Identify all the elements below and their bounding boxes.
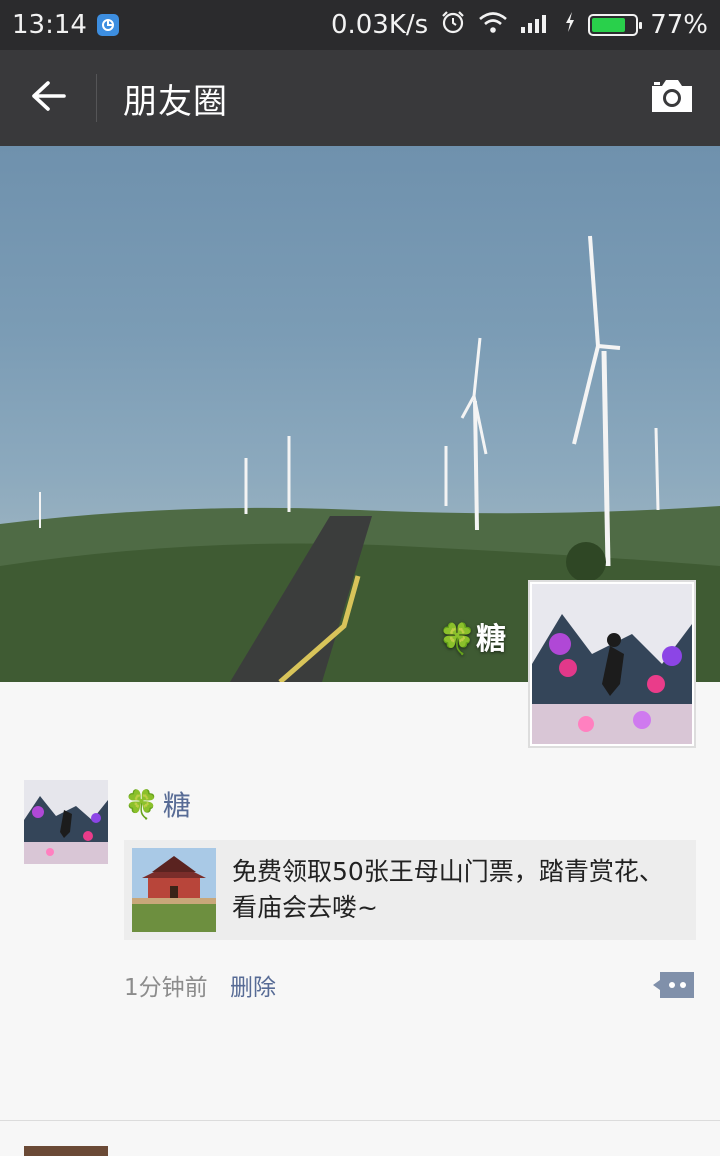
battery-icon [588,14,643,36]
author-clover-emoji: 🍀 [124,787,159,821]
battery-percent: 77% [650,10,708,40]
app-notification-icon [96,14,119,36]
delete-button[interactable]: 删除 [230,968,276,1002]
page-title: 朋友圈 [123,81,228,122]
post-timestamp: 1分钟前 [124,975,208,1001]
avatar-image [532,584,692,744]
battery-level [592,18,625,32]
post-author-avatar[interactable] [24,780,108,864]
next-post-avatar[interactable] [24,1146,108,1156]
alarm-icon [440,9,466,42]
camera-icon [648,77,696,119]
post-author-text: 糖 [162,789,191,822]
camera-button[interactable] [624,50,720,146]
status-time: 13:14 [12,10,87,40]
comment-button[interactable] [652,970,696,1000]
moment-post: 🍀 糖 免费领取50张王母山门票，踏青赏花、看庙会去喽~ 1分钟前 删除 [0,780,720,1156]
charging-icon [564,10,576,40]
back-arrow-icon [30,80,66,116]
shared-link-text: 免费领取50张王母山门票，踏青赏花、看庙会去喽~ [232,857,664,922]
status-bar: 13:14 0.03K/s 77% [0,0,720,50]
shared-link-card[interactable]: 免费领取50张王母山门票，踏青赏花、看庙会去喽~ [124,840,696,940]
cover-user-name-text: 糖 [476,622,506,657]
shared-link-thumbnail [132,848,216,932]
wifi-icon [478,10,508,41]
title-bar: 朋友圈 [0,50,720,146]
signal-icon [520,10,552,41]
network-speed: 0.03K/s [330,10,429,40]
profile-avatar[interactable] [528,580,696,748]
post-author-name[interactable]: 🍀 糖 [124,784,191,824]
clover-emoji: 🍀 [438,622,476,657]
comment-icon [652,972,696,1004]
temple-thumbnail-image [132,848,216,932]
title-divider [96,74,97,122]
back-button[interactable] [0,50,96,146]
cover-user-name: 🍀糖 [439,614,506,658]
post-avatar-image [24,780,108,864]
post-separator [0,1120,720,1121]
